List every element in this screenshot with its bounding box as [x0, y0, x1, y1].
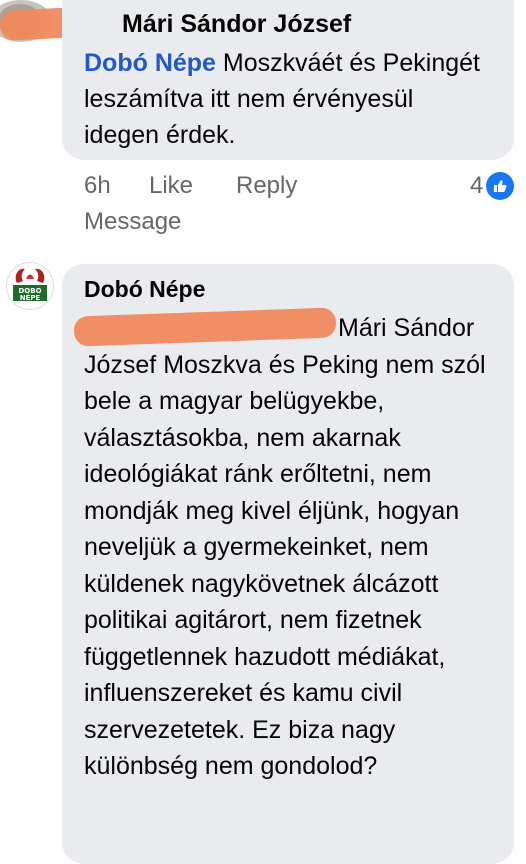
mention-link[interactable]: Mári Sándor: [338, 314, 474, 342]
comment-text: Dobó Népe Moszkváét és Pekingét leszámít…: [84, 45, 494, 153]
svg-text:NÉPE: NÉPE: [20, 293, 41, 302]
comment-author-name[interactable]: Mári Sándor József: [122, 10, 351, 39]
comment-timestamp[interactable]: 6h: [84, 172, 111, 200]
reaction-count[interactable]: 4: [470, 172, 483, 200]
comment-text: Mári Sándor József Moszkva és Peking nem…: [84, 310, 510, 785]
comment-actions: 6h Like Reply 4: [84, 172, 524, 206]
comment-body: József Moszkva és Peking nem szól bele a…: [84, 350, 486, 781]
comment-author-name[interactable]: Dobó Népe: [84, 276, 205, 303]
message-button[interactable]: Message: [84, 208, 181, 236]
mention-link[interactable]: Dobó Népe: [84, 49, 216, 77]
reply-button[interactable]: Reply: [236, 172, 297, 200]
page-avatar[interactable]: DOBO NÉPE: [6, 262, 54, 310]
like-button[interactable]: Like: [149, 172, 193, 200]
thumbs-up-icon[interactable]: [486, 172, 514, 200]
